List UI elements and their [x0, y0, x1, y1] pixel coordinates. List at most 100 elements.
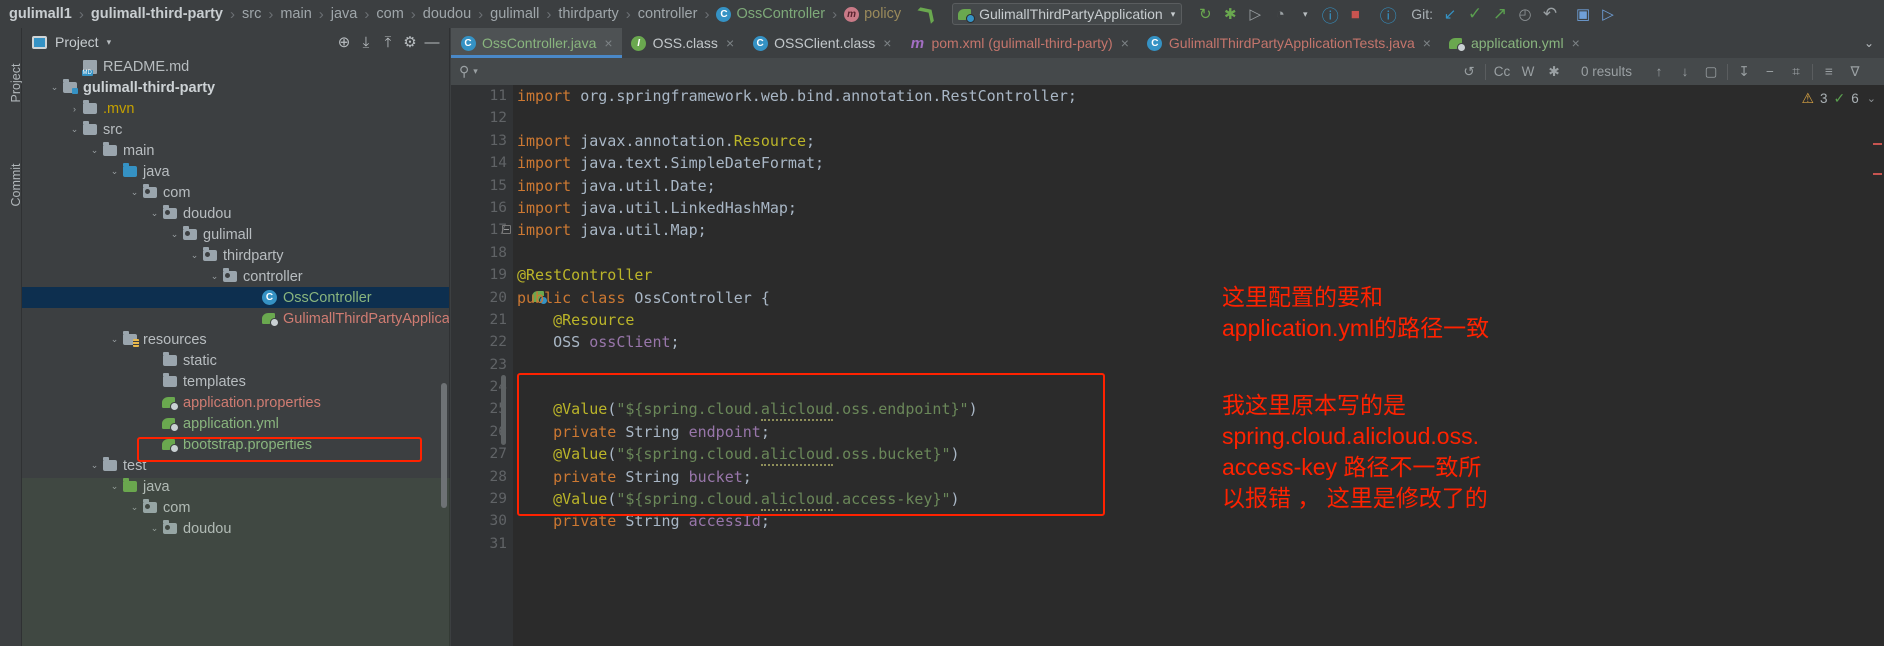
breadcrumb-item-controller[interactable]: controller — [633, 6, 703, 22]
push-icon[interactable]: ↗ — [1489, 3, 1511, 25]
tree-node-com[interactable]: ⌄ com — [22, 497, 449, 518]
filter-icon[interactable]: ∇ — [1842, 61, 1868, 83]
close-icon[interactable]: × — [1572, 35, 1580, 51]
find-next-icon[interactable]: ↓ — [1672, 61, 1698, 83]
select-opened-file-icon[interactable]: ⊕ — [333, 31, 355, 53]
gutter-line-number[interactable]: 20 — [451, 287, 513, 309]
more-icon[interactable]: ▷ — [1597, 3, 1619, 25]
editor-tabs[interactable]: C OssController.java × I OSS.class × C OSSClien… — [451, 28, 1884, 58]
gutter-line-number[interactable]: 13 — [451, 130, 513, 152]
tree-node-readme-md[interactable]: • README.md — [22, 56, 449, 77]
breadcrumb-item-class[interactable]: C OssController — [711, 6, 830, 22]
close-icon[interactable]: × — [726, 35, 734, 51]
remove-line-icon[interactable]: − — [1757, 61, 1783, 83]
gutter-line-number[interactable]: 12 — [451, 107, 513, 129]
editor-tab-osscontroller-java[interactable]: C OssController.java × — [451, 28, 622, 58]
chevron-down-icon[interactable]: ⌄ — [1867, 92, 1876, 105]
code-line[interactable]: OSS ossClient; — [513, 331, 1884, 353]
tree-expand-arrow[interactable]: ⌄ — [68, 124, 81, 135]
tree-node-controller[interactable]: ⌄ controller — [22, 266, 449, 287]
tree-expand-arrow[interactable]: • — [148, 356, 161, 366]
find-previous-icon[interactable]: ↑ — [1646, 61, 1672, 83]
stop-icon[interactable]: ■ — [1344, 3, 1366, 25]
expand-all-icon[interactable]: ⤓ — [355, 31, 377, 53]
module-settings-icon[interactable]: ▣ — [1572, 3, 1594, 25]
tree-node-templates[interactable]: • templates — [22, 371, 449, 392]
code-line[interactable]: import org.springframework.web.bind.anno… — [513, 85, 1884, 107]
add-line-icon[interactable]: ↧ — [1731, 61, 1757, 83]
collapse-all-icon[interactable]: ⤒ — [377, 31, 399, 53]
tree-node-doudou[interactable]: ⌄ doudou — [22, 203, 449, 224]
breadcrumb-item-thirdparty[interactable]: thirdparty — [553, 6, 623, 22]
gutter-line-number[interactable]: 18 — [451, 242, 513, 264]
chevron-down-icon[interactable]: ▾ — [107, 37, 112, 48]
project-tree-scrollbar[interactable] — [441, 383, 447, 508]
tree-expand-arrow[interactable]: ⌄ — [108, 481, 121, 492]
hide-icon[interactable]: — — [421, 31, 443, 53]
breadcrumb-item-method[interactable]: m policy — [839, 6, 906, 22]
gutter-line-number[interactable]: 21 — [451, 309, 513, 331]
rerun-icon[interactable]: ↻ — [1194, 3, 1216, 25]
code-line[interactable]: @Value("${spring.cloud.alicloud.oss.buck… — [513, 443, 1884, 467]
project-tree[interactable]: •README.md⌄gulimall-third-party›.mvn⌄src… — [22, 56, 449, 646]
tree-node-main[interactable]: ⌄ main — [22, 140, 449, 161]
breadcrumb-item-project[interactable]: gulimall1 — [4, 6, 77, 22]
words-button[interactable]: W — [1515, 61, 1541, 83]
tree-node-application-properties[interactable]: • application.properties — [22, 392, 449, 413]
rollback-icon[interactable]: ↶ — [1539, 3, 1561, 25]
code-line[interactable]: private String accessId; — [513, 510, 1884, 532]
debug-icon[interactable]: ✱ — [1219, 3, 1241, 25]
tree-expand-arrow[interactable]: ⌄ — [208, 271, 221, 282]
profiler-dropdown-icon[interactable]: ▾ — [1294, 3, 1316, 25]
tree-expand-arrow[interactable]: • — [248, 314, 261, 324]
gutter-line-number[interactable]: 23 — [451, 354, 513, 376]
regex-button[interactable]: ✱ — [1541, 61, 1567, 83]
tree-node-test[interactable]: ⌄ test — [22, 455, 449, 476]
tree-expand-arrow[interactable]: • — [148, 398, 161, 408]
tree-expand-arrow[interactable]: ⌄ — [188, 250, 201, 261]
settings-gear-icon[interactable]: ⚙ — [399, 31, 421, 53]
gutter-line-number[interactable]: 16 — [451, 197, 513, 219]
code-line[interactable]: import java.util.Map; — [513, 219, 1884, 241]
tree-node-doudou[interactable]: ⌄ doudou — [22, 518, 449, 539]
commit-icon[interactable]: ✓ — [1464, 3, 1486, 25]
code-line[interactable]: @Value("${spring.cloud.alicloud.access-k… — [513, 488, 1884, 512]
tree-expand-arrow[interactable]: ⌄ — [128, 187, 141, 198]
code-line[interactable]: import java.util.Date; — [513, 175, 1884, 197]
editor-tab-gulimallthirdpartyapplicationtests-java[interactable]: C GulimallThirdPartyApplicationTests.java… — [1138, 28, 1440, 58]
tree-node-com[interactable]: ⌄ com — [22, 182, 449, 203]
tree-expand-arrow[interactable]: • — [148, 419, 161, 429]
tree-node-resources[interactable]: ⌄ resources — [22, 329, 449, 350]
editor-tab-application-yml[interactable]: application.yml × — [1440, 28, 1589, 58]
tree-node-osscontroller[interactable]: •C OssController — [22, 287, 449, 308]
editor-scroll-thumb[interactable] — [501, 375, 506, 445]
editor-tabs-overflow-icon[interactable]: ⌄ — [1854, 28, 1884, 58]
tree-expand-arrow[interactable]: ⌄ — [108, 334, 121, 345]
tree-node-bootstrap-properties[interactable]: • bootstrap.properties — [22, 434, 449, 455]
tree-node-static[interactable]: • static — [22, 350, 449, 371]
breadcrumb-item-gulimall[interactable]: gulimall — [485, 6, 544, 22]
run-with-coverage-icon[interactable]: ▷ — [1244, 3, 1266, 25]
code-editor[interactable]: 11 12 13 14 15 16 17 18 19 20 21 22 23 24 25 26 27 28 29 30… — [451, 85, 1884, 646]
tree-expand-arrow[interactable]: ⌄ — [148, 208, 161, 219]
code-line[interactable]: @Resource — [513, 309, 1884, 331]
profiler-icon[interactable]: ◔ — [1269, 3, 1291, 25]
close-icon[interactable]: × — [1423, 35, 1431, 51]
tree-node-application-yml[interactable]: • application.yml — [22, 413, 449, 434]
tree-expand-arrow[interactable]: ⌄ — [168, 229, 181, 240]
gutter-line-number[interactable]: 27 — [451, 443, 513, 465]
gutter-line-number[interactable]: 31 — [451, 533, 513, 555]
error-stripe-marker[interactable] — [1873, 143, 1882, 145]
tree-expand-arrow[interactable]: • — [68, 62, 81, 72]
code-line[interactable] — [513, 242, 1884, 264]
search-input[interactable]: ⚲ ▾ — [451, 62, 851, 82]
filter-lines-icon[interactable]: ≡ — [1816, 61, 1842, 83]
chevron-down-icon[interactable]: ▾ — [473, 66, 478, 77]
error-stripe-marker[interactable] — [1873, 173, 1882, 175]
gutter-line-number[interactable]: 28 — [451, 466, 513, 488]
editor-gutter[interactable]: 11 12 13 14 15 16 17 18 19 20 21 22 23 24 25 26 27 28 29 30… — [451, 85, 513, 646]
tree-node-gulimall-third-party[interactable]: ⌄ gulimall-third-party — [22, 77, 449, 98]
code-fold-icon[interactable] — [502, 225, 511, 235]
tree-expand-arrow[interactable]: ⌄ — [108, 166, 121, 177]
code-line[interactable]: import javax.annotation.Resource; — [513, 130, 1884, 152]
